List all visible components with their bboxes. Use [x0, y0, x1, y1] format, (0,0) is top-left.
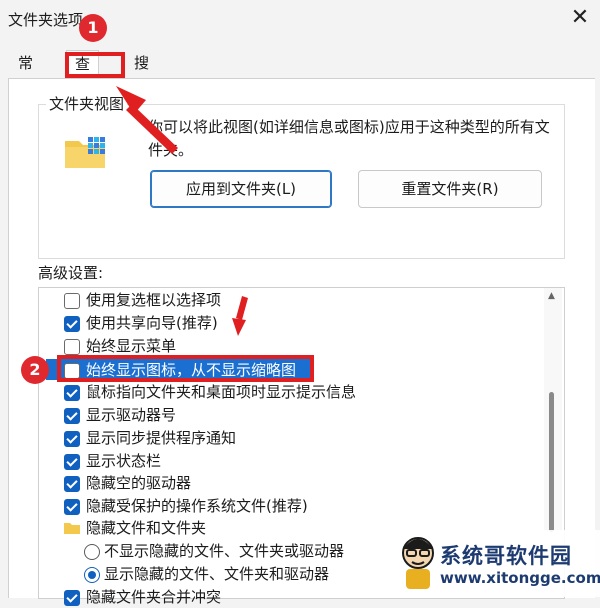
arrow-icon	[232, 296, 248, 336]
mascot-icon	[402, 537, 434, 589]
arrow-icons	[116, 86, 248, 336]
watermark-url: www.xitongge.com	[440, 569, 600, 587]
arrow-icon	[116, 86, 178, 154]
watermark-name: 系统哥软件园	[440, 544, 572, 568]
